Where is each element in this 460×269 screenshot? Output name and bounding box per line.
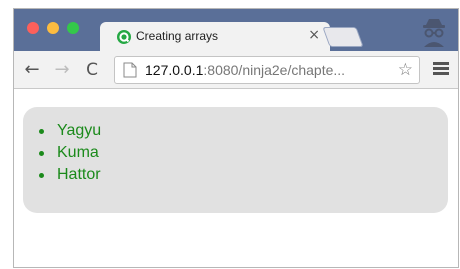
close-tab-icon[interactable]: × — [308, 27, 320, 43]
ninja-list-container: Yagyu Kuma Hattor — [23, 107, 448, 213]
ninja-list: Yagyu Kuma Hattor — [38, 120, 101, 186]
close-window-button[interactable] — [27, 22, 39, 34]
browser-toolbar: ← → C 127.0.0.1:8080/ninja2e/chapte... ☆ — [14, 51, 458, 89]
url-host: 127.0.0.1 — [145, 62, 204, 78]
url-path: :8080/ninja2e/chapte... — [203, 62, 346, 78]
browser-window: Creating arrays × ← → C 127.0.0.1:8080/n… — [13, 8, 459, 268]
address-bar[interactable]: 127.0.0.1:8080/ninja2e/chapte... ☆ — [114, 56, 420, 84]
tab-title: Creating arrays — [136, 29, 219, 43]
list-item: Yagyu — [38, 120, 101, 142]
tab-creating-arrays[interactable]: Creating arrays × — [100, 22, 330, 52]
maximize-window-button[interactable] — [67, 22, 79, 34]
back-arrow-icon[interactable]: ← — [22, 60, 42, 80]
page-content: Yagyu Kuma Hattor — [14, 89, 458, 267]
forward-arrow-icon[interactable]: → — [52, 60, 72, 80]
reload-icon[interactable]: C — [82, 60, 102, 80]
hamburger-menu-icon[interactable] — [433, 62, 449, 76]
tab-strip: Creating arrays × — [14, 9, 458, 52]
list-item: Kuma — [38, 142, 101, 164]
new-tab-button[interactable] — [322, 27, 364, 47]
page-icon — [123, 62, 137, 78]
minimize-window-button[interactable] — [47, 22, 59, 34]
incognito-icon — [423, 19, 445, 47]
circle-favicon-icon — [117, 30, 131, 44]
bookmark-star-icon[interactable]: ☆ — [398, 60, 413, 80]
url-text[interactable]: 127.0.0.1:8080/ninja2e/chapte... — [145, 62, 345, 78]
list-item: Hattor — [38, 164, 101, 186]
